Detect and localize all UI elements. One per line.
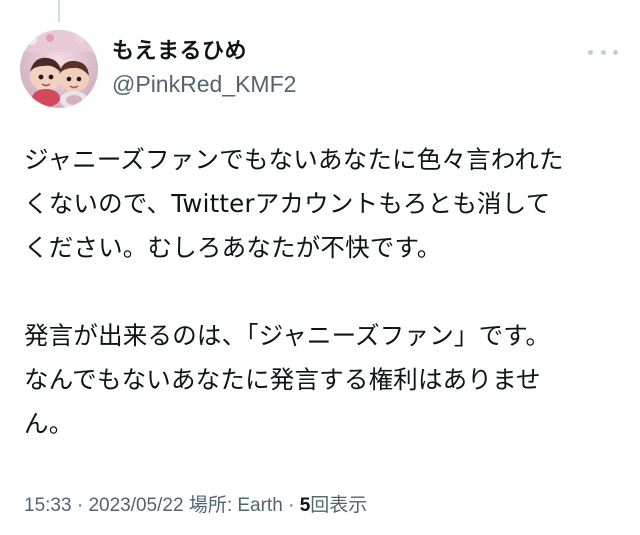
more-dot (588, 49, 593, 55)
avatar[interactable] (20, 30, 98, 108)
tweet-line: ください。むしろあなたが不快です。 (24, 233, 442, 262)
more-dot (613, 49, 618, 55)
more-horizontal-icon[interactable] (588, 44, 618, 60)
tweet-time[interactable]: 15:33 (24, 495, 72, 516)
meta-separator: · (282, 495, 300, 516)
tweet-line: ん。 (24, 409, 74, 438)
views-count[interactable]: 5 (300, 495, 311, 516)
meta-separator: · (71, 495, 89, 516)
views-label[interactable]: 回表示 (310, 495, 367, 516)
thread-connector-line (58, 0, 60, 22)
display-name[interactable]: もえまるひめ (112, 38, 296, 66)
tweet-line: 発言が出来るのは、「ジャニーズファン」です。 (24, 321, 551, 350)
user-handle[interactable]: @PinkRed_KMF2 (112, 70, 296, 98)
tweet-text: ジャニーズファンでもないあなたに色々言われた くないので、Twitterアカウン… (24, 138, 624, 446)
tweet-line: くないので、Twitterアカウントもろとも消して (24, 189, 551, 218)
tweet-metadata: 15:33 · 2023/05/22 場所: Earth · 5回表示 (24, 490, 367, 517)
tweet-line: ジャニーズファンでもないあなたに色々言われた (24, 145, 564, 174)
avatar-photo-icon (20, 30, 98, 108)
tweet-location: 場所: Earth (188, 495, 283, 516)
user-names: もえまるひめ @PinkRed_KMF2 (112, 38, 296, 98)
tweet-date[interactable]: 2023/05/22 (88, 495, 183, 516)
more-dot (600, 49, 606, 55)
tweet-line: なんでもないあなたに発言する権利はありませ (24, 365, 541, 394)
tweet-header: もえまるひめ @PinkRed_KMF2 (20, 30, 620, 110)
